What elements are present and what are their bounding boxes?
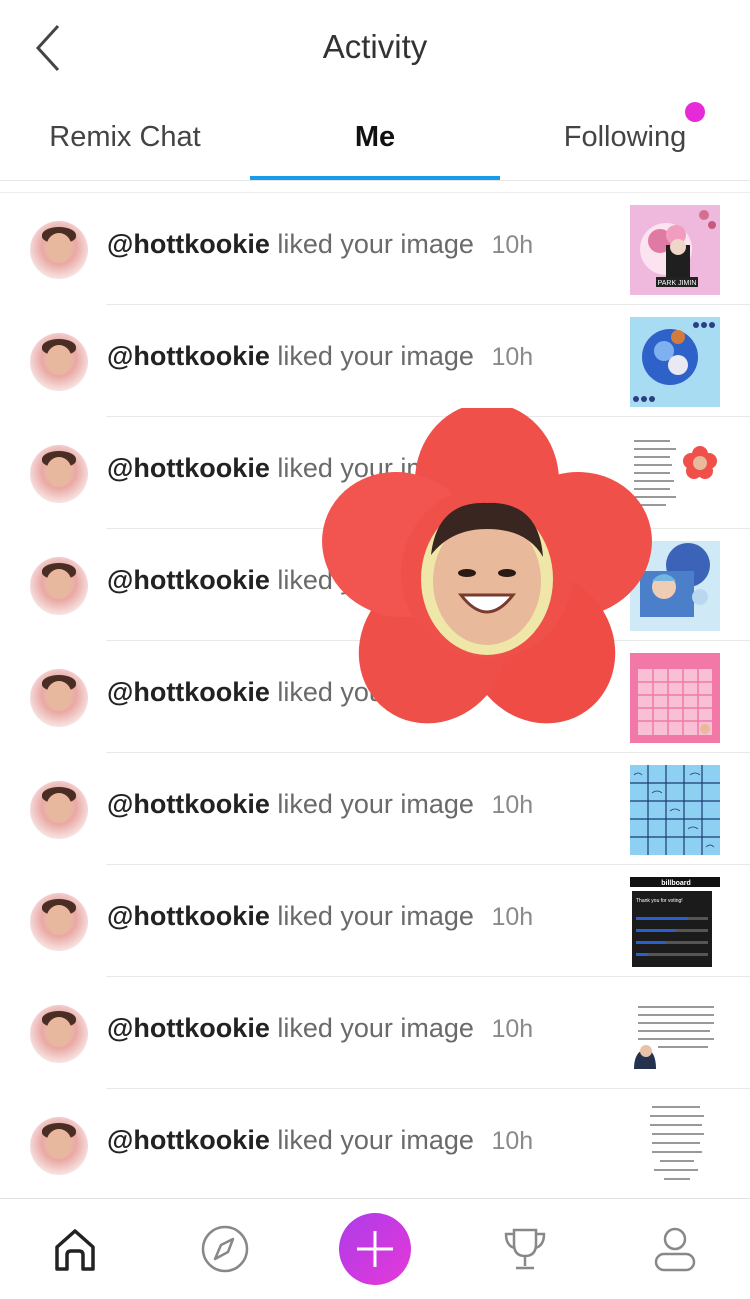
activity-time: 10h xyxy=(491,343,534,371)
flower-sticker[interactable] xyxy=(322,408,662,738)
active-tab-indicator xyxy=(250,176,500,180)
activity-text: @hottkookie liked your image 10h xyxy=(107,901,533,932)
tab-remix-chat[interactable]: Remix Chat xyxy=(0,96,250,178)
activity-time: 10h xyxy=(491,1127,534,1155)
activity-action: liked your image xyxy=(277,229,474,259)
username-link[interactable]: @hottkookie xyxy=(107,789,270,819)
nav-home[interactable] xyxy=(0,1199,150,1299)
thumb-caption: PARK JIMIN xyxy=(658,280,697,287)
avatar[interactable] xyxy=(30,557,88,615)
activity-row[interactable]: @hottkookie liked your image 10h billboa… xyxy=(0,865,750,977)
trophy-icon xyxy=(504,1228,546,1270)
nav-challenges[interactable] xyxy=(450,1199,600,1299)
avatar[interactable] xyxy=(30,781,88,839)
liked-image-thumbnail[interactable]: billboard Thank you for voting! xyxy=(630,877,720,967)
username-link[interactable]: @hottkookie xyxy=(107,565,270,595)
activity-text: @hottkookie liked your image 10h xyxy=(107,1125,533,1156)
username-link[interactable]: @hottkookie xyxy=(107,1013,270,1043)
profile-icon xyxy=(654,1227,696,1272)
activity-action: liked your image xyxy=(277,341,474,371)
liked-image-thumbnail[interactable]: PARK JIMIN xyxy=(630,205,720,295)
username-link[interactable]: @hottkookie xyxy=(107,901,270,931)
activity-text: @hottkookie liked your image 10h xyxy=(107,229,533,260)
tab-following[interactable]: Following xyxy=(500,96,750,178)
page-title: Activity xyxy=(322,28,428,65)
thumb-subcaption: Thank you for voting! xyxy=(636,898,683,904)
create-button[interactable] xyxy=(339,1213,411,1285)
activity-action: liked your image xyxy=(277,901,474,931)
activity-row[interactable]: @hottkookie liked your image 10h xyxy=(0,753,750,865)
activity-time: 10h xyxy=(491,791,534,819)
notification-dot xyxy=(685,102,705,122)
username-link[interactable]: @hottkookie xyxy=(107,1125,270,1155)
plus-icon xyxy=(357,1231,393,1267)
activity-row[interactable]: @hottkookie liked your image 10h PARK JI… xyxy=(0,193,750,305)
avatar[interactable] xyxy=(30,445,88,503)
activity-action: liked your image xyxy=(277,789,474,819)
liked-image-thumbnail[interactable] xyxy=(630,1101,720,1191)
avatar[interactable] xyxy=(30,221,88,279)
home-icon xyxy=(55,1229,95,1271)
bottom-nav xyxy=(0,1198,750,1299)
avatar[interactable] xyxy=(30,669,88,727)
activity-action: liked your image xyxy=(277,1125,474,1155)
activity-time: 10h xyxy=(491,231,534,259)
username-link[interactable]: @hottkookie xyxy=(107,677,270,707)
nav-create[interactable] xyxy=(300,1199,450,1299)
tab-bar: Remix Chat Me Following xyxy=(0,96,750,181)
activity-text: @hottkookie liked your image 10h xyxy=(107,341,533,372)
tab-me[interactable]: Me xyxy=(250,96,500,178)
activity-row[interactable]: @hottkookie liked your image 10h xyxy=(0,1089,750,1199)
liked-image-thumbnail[interactable] xyxy=(630,317,720,407)
liked-image-thumbnail[interactable] xyxy=(630,765,720,855)
nav-profile[interactable] xyxy=(600,1199,750,1299)
activity-time: 10h xyxy=(491,903,534,931)
username-link[interactable]: @hottkookie xyxy=(107,341,270,371)
username-link[interactable]: @hottkookie xyxy=(107,453,270,483)
avatar[interactable] xyxy=(30,333,88,391)
activity-time: 10h xyxy=(491,1015,534,1043)
liked-image-thumbnail[interactable] xyxy=(630,989,720,1079)
top-bar: Activity xyxy=(0,0,750,96)
thumb-caption: billboard xyxy=(661,880,691,887)
activity-row[interactable]: @hottkookie liked your image 10h xyxy=(0,977,750,1089)
avatar[interactable] xyxy=(30,1117,88,1175)
activity-row[interactable]: @hottkookie liked your image 10h xyxy=(0,305,750,417)
activity-text: @hottkookie liked your image 10h xyxy=(107,789,533,820)
avatar[interactable] xyxy=(30,1005,88,1063)
activity-action: liked your image xyxy=(277,1013,474,1043)
nav-explore[interactable] xyxy=(150,1199,300,1299)
username-link[interactable]: @hottkookie xyxy=(107,229,270,259)
compass-icon xyxy=(201,1225,249,1273)
activity-text: @hottkookie liked your image 10h xyxy=(107,1013,533,1044)
avatar[interactable] xyxy=(30,893,88,951)
